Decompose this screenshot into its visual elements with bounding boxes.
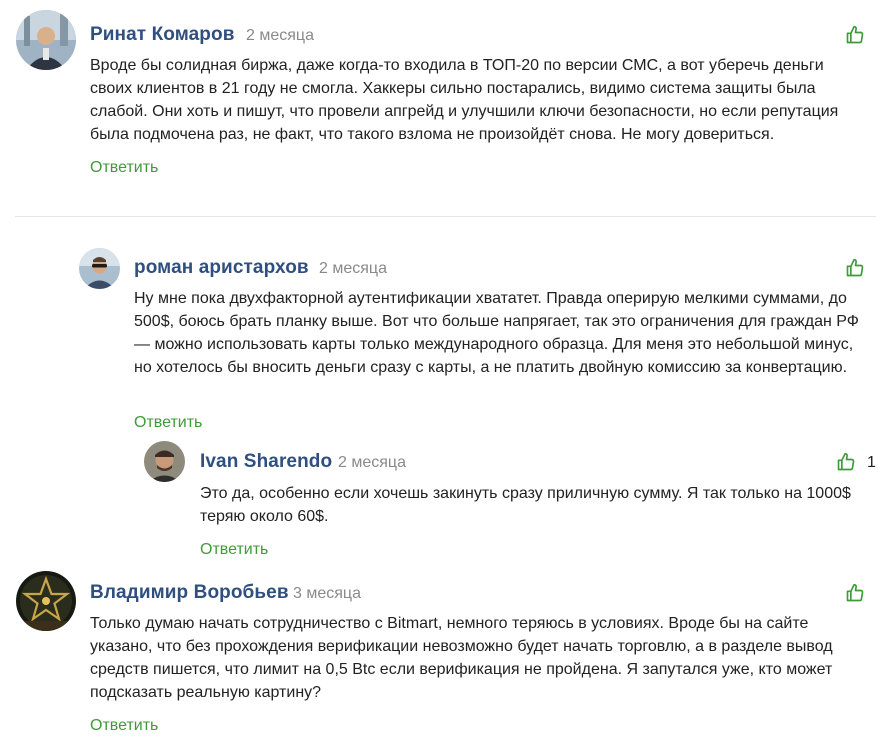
comment-date: 2 месяца [319, 260, 387, 277]
author-name[interactable]: Владимир Воробьев [90, 582, 289, 604]
reply-button[interactable]: Ответить [134, 414, 202, 432]
reply-button[interactable]: Ответить [200, 541, 268, 559]
reply-button[interactable]: Ответить [90, 159, 158, 177]
thumbs-up-icon [846, 25, 864, 44]
like-button[interactable] [845, 258, 867, 280]
author-name[interactable]: Ринат Комаров [90, 24, 235, 46]
avatar[interactable] [16, 10, 76, 70]
comment-date: 3 месяца [293, 585, 361, 602]
divider [15, 216, 876, 217]
avatar[interactable] [144, 441, 185, 482]
comment-text: Вроде бы солидная биржа, даже когда-то в… [90, 57, 839, 143]
avatar[interactable] [79, 248, 120, 289]
like-button[interactable] [836, 452, 858, 474]
thumbs-up-icon [846, 258, 864, 277]
reply-button[interactable]: Ответить [90, 717, 158, 735]
comment-text: Только думаю начать сотрудничество с Bit… [90, 615, 833, 701]
like-count: 1 [867, 454, 876, 471]
comment-1: Ринат Комаров 2 месяца Вроде бы солидная… [0, 0, 889, 200]
thumbs-up-icon [837, 452, 855, 471]
comment-date: 2 месяца [338, 454, 406, 471]
like-button[interactable] [845, 25, 867, 47]
comment-date: 2 месяца [246, 27, 314, 44]
avatar[interactable] [16, 571, 76, 631]
author-name[interactable]: Ivan Sharendo [200, 451, 332, 473]
comment-text: Это да, особенно если хочешь закинуть ср… [200, 485, 851, 525]
like-button[interactable] [845, 583, 867, 605]
thumbs-up-icon [846, 583, 864, 602]
author-name[interactable]: роман аристархов [134, 257, 309, 279]
comment-text: Ну мне пока двухфакторной аутентификации… [134, 290, 859, 376]
